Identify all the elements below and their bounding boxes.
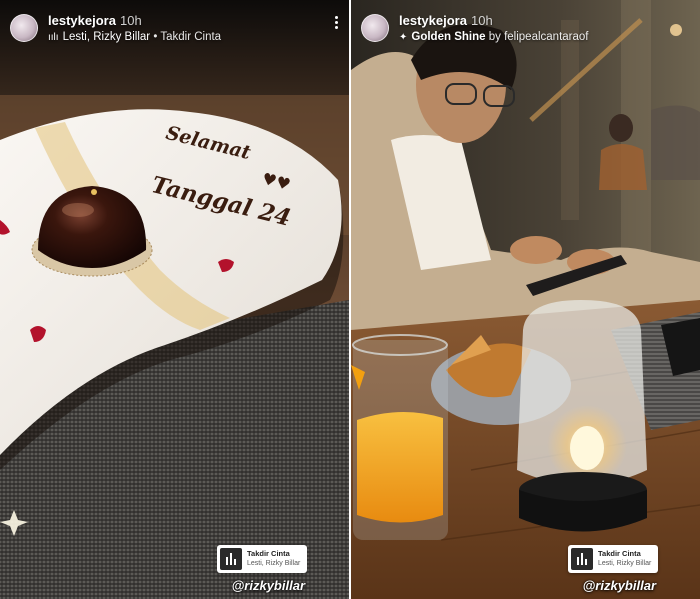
avatar[interactable] [10,14,38,42]
music-separator: • [153,31,158,43]
music-title: Golden Shine [411,31,486,43]
story-header: lestykejora 10h ıılı Lesti, Rizky Billar … [8,8,341,48]
sticker-title: Takdir Cinta [247,549,290,558]
story-header: lestykejora 10h ✦ Golden Shine by felipea… [359,8,692,48]
music-attribution[interactable]: ıılı Lesti, Rizky Billar • Takdir Cinta [48,31,221,43]
story-time: 10h [471,13,493,28]
music-title: Takdir Cinta [160,31,222,43]
avatar[interactable] [361,14,389,42]
music-sticker[interactable]: Takdir Cinta Lesti, Rizky Billar [568,545,658,573]
sparkle-icon: ✦ [399,32,408,43]
sticker-artist: Lesti, Rizky Billar [247,560,301,567]
music-artist: Lesti, Rizky Billar [62,31,151,43]
mention-tag[interactable]: @rizkybillar [232,578,305,593]
album-art-icon [220,548,242,570]
more-options-icon[interactable] [333,14,339,34]
soundwave-icon: ıılı [48,32,59,43]
sticker-artist: Lesti, Rizky Billar [598,560,652,567]
story-username[interactable]: lestykejora [399,13,467,28]
music-attribution[interactable]: ✦ Golden Shine by felipealcantaraof [399,31,588,43]
story-time: 10h [120,13,142,28]
mention-tag[interactable]: @rizkybillar [583,578,656,593]
story-username[interactable]: lestykejora [48,13,116,28]
story-panel-right[interactable]: lestykejora 10h ✦ Golden Shine by felipea… [351,0,700,599]
music-by: by [488,31,501,43]
dessert-plate-photo [0,0,349,599]
story-panel-left[interactable]: Selamat ♥♥ Tanggal 24 lestykejora 10h ıı… [0,0,349,599]
restaurant-photo [351,0,700,599]
album-art-icon [571,548,593,570]
music-sticker[interactable]: Takdir Cinta Lesti, Rizky Billar [217,545,307,573]
music-artist: felipealcantaraof [504,31,589,43]
sticker-title: Takdir Cinta [598,549,641,558]
